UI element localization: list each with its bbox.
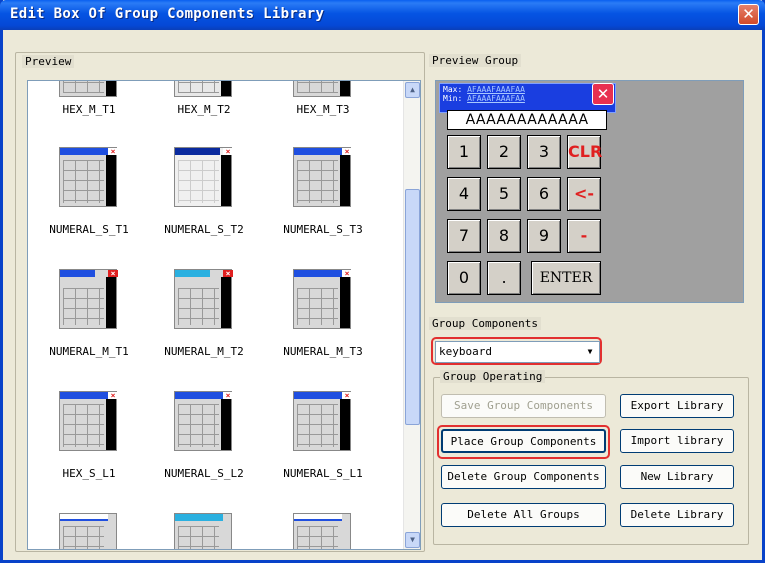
- preview-item-label: NUMERAL_S_L1: [283, 467, 363, 480]
- chevron-down-icon[interactable]: ▼: [583, 343, 597, 361]
- scroll-thumb[interactable]: [405, 189, 420, 425]
- title-bar: Edit Box Of Group Components Library ✕: [0, 0, 765, 30]
- preview-group-label: Preview Group: [429, 54, 522, 67]
- keyboard-preview: Max: AFAAAFAAAFAA Min: AFAAAFAAAFAA ✕ AA…: [435, 80, 744, 303]
- preview-item-label: NUMERAL_S_L2: [164, 467, 244, 480]
- preview-item-label: NUMERAL_M_T3: [283, 345, 363, 358]
- save-group-components-button[interactable]: Save Group Components: [441, 394, 606, 418]
- key-0: 0: [447, 261, 481, 295]
- delete-all-groups-button[interactable]: Delete All Groups: [441, 503, 606, 527]
- selected-group: keyboard: [439, 345, 492, 358]
- max-value: AFAAAFAAAFAA: [467, 85, 525, 94]
- key-dot: .: [487, 261, 521, 295]
- preview-item-label: HEX_S_L1: [62, 467, 116, 480]
- preview-item-label: HEX_M_T2: [177, 103, 231, 116]
- preview-item-label: NUMERAL_S_T3: [283, 223, 363, 236]
- group-components-select[interactable]: keyboard ▼: [435, 341, 600, 363]
- place-group-components-button[interactable]: Place Group Components: [441, 429, 606, 453]
- preview-scrollbar[interactable]: ▲ ▼: [403, 81, 420, 549]
- preview-item-label: NUMERAL_M_T1: [49, 345, 129, 358]
- max-label: Max:: [443, 85, 463, 94]
- preview-item-label: NUMERAL_M_T2: [164, 345, 244, 358]
- key-8: 8: [487, 219, 521, 253]
- import-library-button[interactable]: Import library: [620, 429, 734, 453]
- new-library-button[interactable]: New Library: [620, 465, 734, 489]
- key-5: 5: [487, 177, 521, 211]
- preview-item-label: HEX_M_T3: [296, 103, 350, 116]
- close-button[interactable]: ✕: [738, 4, 759, 25]
- preview-list[interactable]: HEX_M_T1 HEX_M_T2 HEX_M_T3 × NUMERAL_S_T…: [27, 80, 421, 550]
- keyboard-range-header: Max: AFAAAFAAAFAA Min: AFAAAFAAAFAA: [439, 83, 616, 113]
- preview-label: Preview: [22, 55, 75, 68]
- preview-item-label: NUMERAL_S_T1: [49, 223, 129, 236]
- window-title: Edit Box Of Group Components Library: [10, 6, 325, 22]
- preview-item-label: NUMERAL_S_T2: [164, 223, 244, 236]
- delete-group-components-button[interactable]: Delete Group Components: [441, 465, 606, 489]
- key-2: 2: [487, 135, 521, 169]
- keyboard-display: AAAAAAAAAAAA: [447, 110, 607, 130]
- dialog-window: Edit Box Of Group Components Library ✕ P…: [0, 0, 765, 563]
- key-9: 9: [527, 219, 561, 253]
- min-value: AFAAAFAAAFAA: [467, 94, 525, 103]
- min-label: Min:: [443, 94, 463, 103]
- keyboard-close-icon: ✕: [592, 83, 614, 105]
- delete-library-button[interactable]: Delete Library: [620, 503, 734, 527]
- key-4: 4: [447, 177, 481, 211]
- key-enter: ENTER: [531, 261, 601, 295]
- scroll-up-button[interactable]: ▲: [405, 82, 420, 98]
- key-1: 1: [447, 135, 481, 169]
- key-backspace: <-: [567, 177, 601, 211]
- scroll-down-button[interactable]: ▼: [405, 532, 420, 548]
- key-7: 7: [447, 219, 481, 253]
- group-operating-label: Group Operating: [440, 370, 546, 383]
- group-components-label: Group Components: [429, 317, 541, 330]
- key-6: 6: [527, 177, 561, 211]
- export-library-button[interactable]: Export Library: [620, 394, 734, 418]
- key-minus: -: [567, 219, 601, 253]
- key-clr: CLR: [567, 135, 602, 169]
- preview-item-label: HEX_M_T1: [62, 103, 116, 116]
- key-3: 3: [527, 135, 561, 169]
